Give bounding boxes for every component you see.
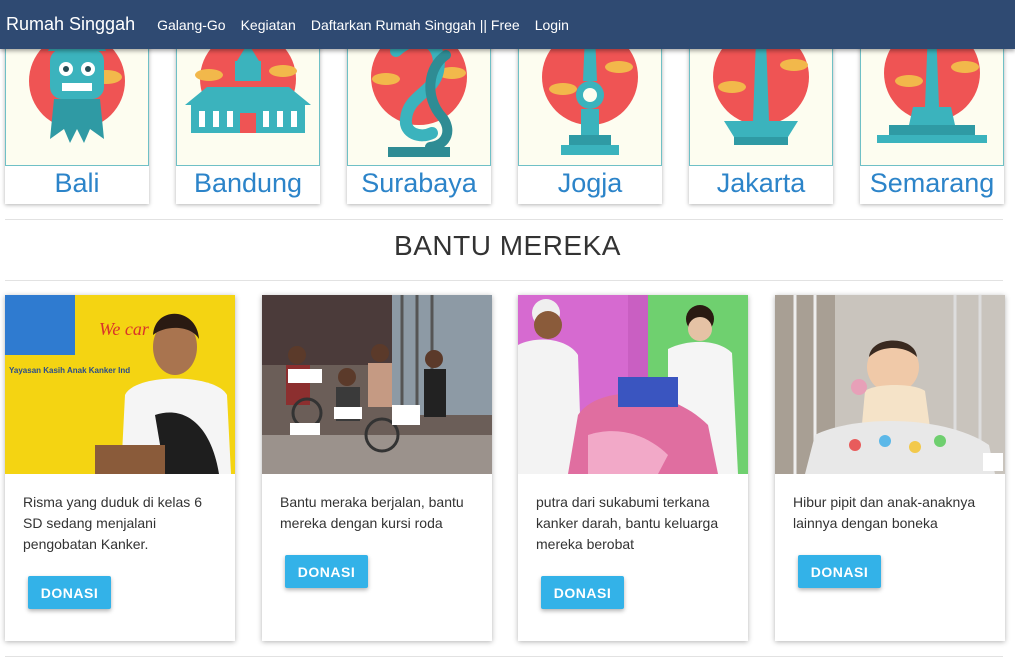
donation-photo-2 — [262, 295, 492, 474]
city-name-bali: Bali — [54, 168, 100, 198]
nav-link-galang-go[interactable]: Galang-Go — [157, 17, 225, 33]
donasi-button-3[interactable]: DONASI — [541, 576, 624, 609]
donation-text-2: Bantu meraka berjalan, bantu mereka deng… — [280, 494, 464, 531]
city-name-semarang: Semarang — [869, 168, 995, 198]
donation-card-4: Hibur pipit dan anak-anaknya lainnya den… — [775, 295, 1005, 641]
donation-photo-3 — [518, 295, 748, 474]
divider-middle — [5, 280, 1003, 281]
city-name-surabaya: Surabaya — [361, 168, 477, 198]
donation-photo-4 — [775, 295, 1005, 474]
donation-text-4: Hibur pipit dan anak-anaknya lainnya den… — [793, 494, 976, 531]
section-title: BANTU MEREKA — [394, 230, 621, 261]
donasi-button-1[interactable]: DONASI — [28, 576, 111, 609]
donation-card-2: Bantu meraka berjalan, bantu mereka deng… — [262, 295, 492, 641]
nav-link-kegiatan[interactable]: Kegiatan — [241, 17, 296, 33]
donation-text-1: Risma yang duduk di kelas 6 SD sedang me… — [23, 494, 202, 552]
donation-text-3: putra dari sukabumi terkana kanker darah… — [536, 494, 719, 552]
donation-card-1: We car Yayasan Kasih Anak Kanker Ind Ris… — [5, 295, 235, 641]
brand-link[interactable]: Rumah Singgah — [6, 14, 135, 35]
city-name-bandung: Bandung — [193, 168, 303, 198]
donation-photo-1: We car Yayasan Kasih Anak Kanker Ind — [5, 295, 235, 474]
photo-caption-yayasan: Yayasan Kasih Anak Kanker Ind — [9, 366, 130, 375]
city-name-jogja: Jogja — [557, 168, 623, 198]
donasi-button-4[interactable]: DONASI — [798, 555, 881, 588]
photo-caption-we-care: We car — [99, 319, 150, 339]
donasi-button-2[interactable]: DONASI — [285, 555, 368, 588]
divider-bottom — [5, 656, 1003, 657]
navbar: Rumah Singgah Galang-Go Kegiatan Daftark… — [0, 0, 1015, 49]
donation-card-3: putra dari sukabumi terkana kanker darah… — [518, 295, 748, 641]
city-name-jakarta: Jakarta — [716, 168, 806, 198]
nav-link-login[interactable]: Login — [535, 17, 569, 33]
nav-link-daftarkan[interactable]: Daftarkan Rumah Singgah || Free — [311, 17, 520, 33]
divider-top — [5, 219, 1003, 220]
